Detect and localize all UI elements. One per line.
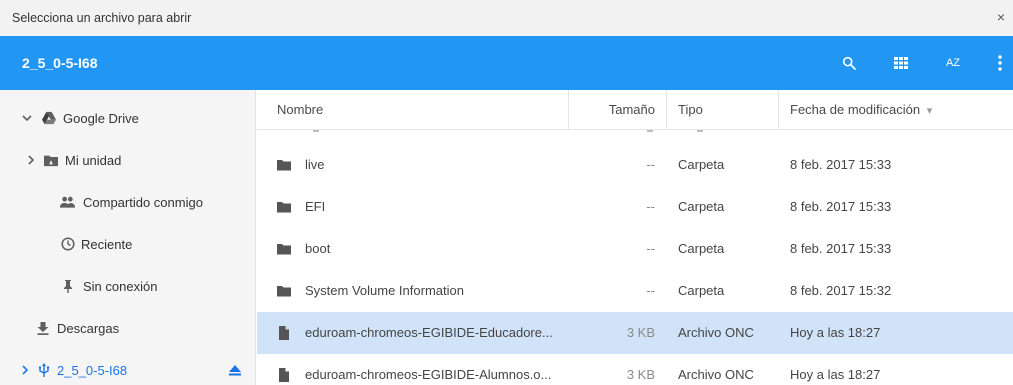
table-row[interactable]: live -- Carpeta 8 feb. 2017 15:33 (257, 144, 1013, 186)
dialog-title: Selecciona un archivo para abrir (12, 11, 192, 25)
shared-people-icon (59, 196, 76, 208)
column-header-name[interactable]: Nombre (277, 90, 323, 130)
file-name: eduroam-chromeos-EGIBIDE-Alumnos.o... (305, 367, 552, 382)
my-drive-icon (44, 155, 58, 167)
sidebar-item-usb-drive[interactable]: 2_5_0-5-I68 (0, 350, 256, 385)
file-type: Carpeta (678, 199, 725, 214)
sort-descending-icon: ▾ (926, 105, 933, 117)
folder-icon (277, 286, 291, 297)
file-size: -- (646, 157, 655, 172)
file-modified: Hoy a las 18:27 (790, 325, 881, 340)
toolbar: 2_5_0-5-I68 AZ (0, 36, 1013, 90)
sidebar-item-compartido[interactable]: Compartido conmigo (0, 182, 256, 222)
column-divider[interactable] (666, 90, 667, 130)
sidebar-item-label: 2_5_0-5-I68 (57, 363, 128, 378)
file-list: Nombre Tamaño Tipo Fecha de modificación… (257, 90, 1013, 385)
partially-scrolled-row (257, 130, 1013, 136)
pin-icon (64, 280, 72, 293)
file-modified: 8 feb. 2017 15:33 (790, 241, 892, 256)
more-options-button[interactable] (990, 50, 1010, 76)
file-name: boot (305, 241, 331, 256)
file-modified: Hoy a las 18:27 (790, 367, 881, 382)
file-name: EFI (305, 199, 326, 214)
chevron-right-icon[interactable] (20, 364, 30, 376)
download-icon (37, 322, 49, 335)
file-name: System Volume Information (305, 283, 464, 298)
column-header-modified[interactable]: Fecha de modificación ▾ (790, 90, 932, 130)
file-type: Archivo ONC (678, 325, 754, 340)
sort-az-icon: AZ (945, 57, 961, 69)
chevron-right-icon[interactable] (26, 154, 36, 166)
file-icon (279, 326, 289, 340)
current-folder-title: 2_5_0-5-I68 (22, 55, 98, 71)
close-icon[interactable]: × (993, 8, 1009, 26)
sidebar-item-sin-conexion[interactable]: Sin conexión (0, 266, 256, 306)
file-name: eduroam-chromeos-EGIBIDE-Educadore... (305, 325, 553, 340)
table-row[interactable]: EFI -- Carpeta 8 feb. 2017 15:33 (257, 186, 1013, 228)
folder-icon (277, 244, 291, 255)
sort-button[interactable]: AZ (940, 50, 966, 76)
sidebar-item-label: Compartido conmigo (83, 195, 203, 210)
file-size: 3 KB (626, 367, 655, 382)
file-size: -- (646, 283, 655, 298)
sidebar-item-descargas[interactable]: Descargas (0, 308, 256, 348)
google-drive-icon (42, 111, 56, 125)
sidebar: Google Drive Mi unidad Compartido conmig… (0, 90, 256, 385)
column-header-size[interactable]: Tamaño (568, 90, 655, 130)
file-list-header: Nombre Tamaño Tipo Fecha de modificación… (257, 90, 1013, 130)
file-modified: 8 feb. 2017 15:33 (790, 157, 892, 172)
file-icon (279, 368, 289, 382)
sidebar-item-label: Sin conexión (83, 279, 158, 294)
sidebar-item-google-drive[interactable]: Google Drive (0, 98, 256, 138)
column-header-type[interactable]: Tipo (678, 90, 703, 130)
table-row[interactable]: System Volume Information -- Carpeta 8 f… (257, 270, 1013, 312)
table-row[interactable]: boot -- Carpeta 8 feb. 2017 15:33 (257, 228, 1013, 270)
sidebar-item-label: Reciente (81, 237, 133, 252)
chevron-down-icon[interactable] (22, 112, 32, 124)
eject-icon[interactable] (228, 363, 242, 377)
sidebar-item-mi-unidad[interactable]: Mi unidad (0, 140, 256, 180)
table-row[interactable]: eduroam-chromeos-EGIBIDE-Alumnos.o... 3 … (257, 354, 1013, 385)
file-modified: 8 feb. 2017 15:33 (790, 199, 892, 214)
folder-icon (277, 160, 291, 171)
file-type: Carpeta (678, 241, 725, 256)
file-type: Archivo ONC (678, 367, 754, 382)
file-size: -- (646, 199, 655, 214)
file-size: -- (646, 241, 655, 256)
grid-view-icon (894, 57, 908, 69)
usb-icon (39, 363, 50, 377)
folder-icon (277, 202, 291, 213)
file-type: Carpeta (678, 157, 725, 172)
grid-view-button[interactable] (888, 50, 914, 76)
sidebar-item-label: Descargas (57, 321, 120, 336)
column-divider[interactable] (778, 90, 779, 130)
more-vert-icon (998, 55, 1002, 71)
search-icon (842, 56, 856, 70)
clock-icon (61, 237, 75, 251)
file-modified: 8 feb. 2017 15:32 (790, 283, 892, 298)
search-button[interactable] (836, 50, 862, 76)
file-size: 3 KB (626, 325, 655, 340)
sidebar-item-label: Google Drive (63, 111, 139, 126)
dialog-titlebar: Selecciona un archivo para abrir × (0, 0, 1013, 36)
sidebar-item-reciente[interactable]: Reciente (0, 224, 256, 264)
table-row-selected[interactable]: eduroam-chromeos-EGIBIDE-Educadore... 3 … (257, 312, 1013, 354)
column-header-label: Fecha de modificación (790, 102, 921, 117)
file-name: live (305, 157, 325, 172)
sidebar-item-label: Mi unidad (65, 153, 122, 168)
file-type: Carpeta (678, 283, 725, 298)
